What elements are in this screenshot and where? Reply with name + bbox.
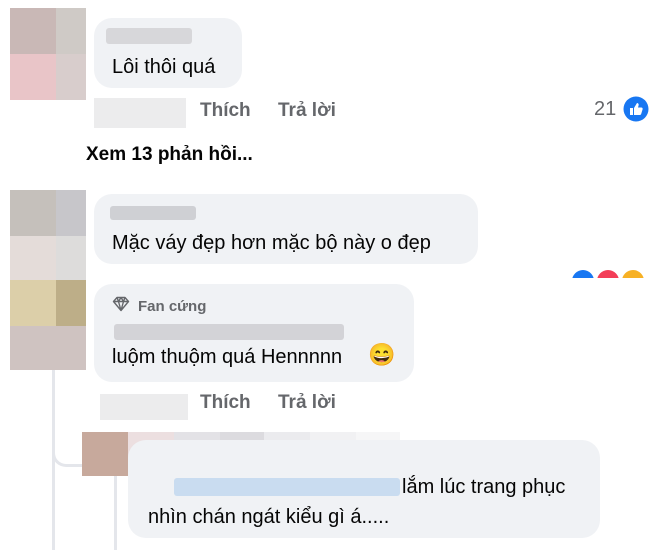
author-name-blurred[interactable]: [106, 28, 192, 44]
reply-button[interactable]: Trả lời: [278, 100, 336, 122]
like-button[interactable]: Thích: [200, 100, 251, 122]
comment-text: Lôi thôi quá: [112, 56, 216, 78]
grinning-emoji-icon: 😄: [368, 342, 396, 367]
thread-branch: [52, 426, 85, 467]
fan-badge-label: Fan cứng: [138, 298, 207, 315]
comment-text: Mặc váy đẹp hơn mặc bộ này o đẹp: [112, 232, 431, 254]
comment-bubble: lắm lúc trang phục nhìn chán ngát kiểu g…: [128, 440, 600, 538]
avatar[interactable]: [10, 280, 86, 370]
reply-button[interactable]: Trả lời: [278, 392, 336, 414]
reaction-icons-partial: [572, 270, 644, 278]
view-replies-link[interactable]: Xem 13 phản hồi...: [86, 144, 253, 166]
comment-text: nhìn chán ngát kiểu gì á.....: [148, 506, 390, 528]
like-thumb-icon: [623, 96, 649, 122]
author-name-blurred[interactable]: [114, 324, 344, 340]
author-name-blurred[interactable]: [110, 206, 196, 220]
avatar[interactable]: [82, 432, 128, 476]
diamond-icon: [112, 296, 130, 312]
like-button[interactable]: Thích: [200, 392, 251, 414]
comment-bubble: Lôi thôi quá: [94, 18, 242, 88]
mention-blurred[interactable]: [174, 478, 400, 496]
avatar[interactable]: [10, 8, 86, 100]
timestamp-blurred: [100, 394, 188, 420]
reaction-count[interactable]: 21: [594, 98, 616, 121]
comment-text: luộm thuộm quá Hennnnn: [112, 346, 343, 368]
thread-line: [114, 475, 117, 550]
timestamp-blurred: [94, 98, 186, 128]
avatar[interactable]: [10, 190, 86, 280]
comment-bubble: Fan cứng luộm thuộm quá Hennnnn 😄: [94, 284, 414, 382]
comment-bubble: Mặc váy đẹp hơn mặc bộ này o đẹp: [94, 194, 478, 264]
comment-text: lắm lúc trang phục: [402, 476, 566, 498]
